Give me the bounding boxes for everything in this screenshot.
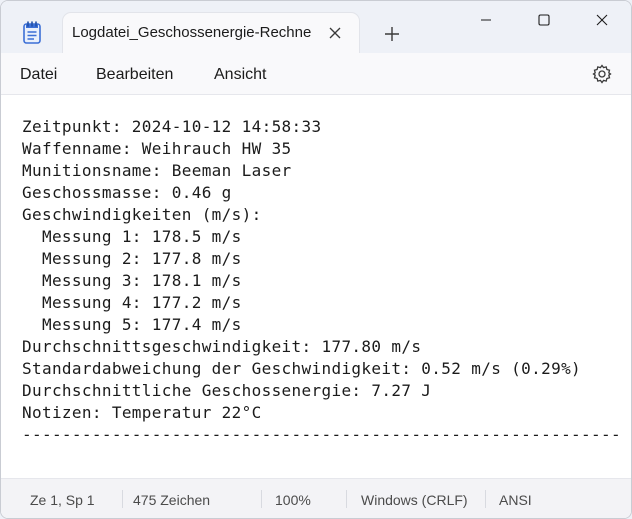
maximize-icon[interactable] [515, 1, 573, 39]
status-divider [261, 490, 262, 508]
document-line: Munitionsname: Beeman Laser [22, 161, 292, 180]
document-line: Messung 5: 177.4 m/s [22, 315, 242, 334]
status-divider [485, 490, 486, 508]
document-text[interactable]: Zeitpunkt: 2024-10-12 14:58:33 Waffenname… [22, 116, 621, 446]
close-icon[interactable] [573, 1, 631, 39]
minimize-icon[interactable] [457, 1, 515, 39]
menu-bar: Datei Bearbeiten Ansicht [1, 53, 631, 95]
tab-close-icon[interactable] [325, 23, 345, 43]
title-bar[interactable]: Logdatei_Geschossenergie-Rechne [1, 1, 631, 53]
status-line-ending: Windows (CRLF) [361, 492, 468, 508]
document-line: Geschossmasse: 0.46 g [22, 183, 232, 202]
document-line: Notizen: Temperatur 22°C [22, 403, 262, 422]
text-editor[interactable]: Zeitpunkt: 2024-10-12 14:58:33 Waffenname… [1, 95, 631, 477]
notepad-app-icon [21, 21, 43, 45]
document-line: Standardabweichung der Geschwindigkeit: … [22, 359, 582, 378]
plus-icon[interactable] [381, 23, 403, 45]
document-line: Messung 3: 178.1 m/s [22, 271, 242, 290]
menu-view[interactable]: Ansicht [214, 66, 266, 84]
status-encoding: ANSI [499, 492, 532, 508]
document-line: Geschwindigkeiten (m/s): [22, 205, 262, 224]
document-line: ----------------------------------------… [22, 425, 621, 444]
menu-file[interactable]: Datei [20, 66, 57, 84]
document-line: Zeitpunkt: 2024-10-12 14:58:33 [22, 117, 322, 136]
document-line: Messung 1: 178.5 m/s [22, 227, 242, 246]
tab-title: Logdatei_Geschossenergie-Rechne [72, 24, 312, 41]
status-cursor-position: Ze 1, Sp 1 [30, 492, 95, 508]
document-line: Messung 4: 177.2 m/s [22, 293, 242, 312]
document-line: Waffenname: Weihrauch HW 35 [22, 139, 292, 158]
status-zoom[interactable]: 100% [275, 492, 311, 508]
document-line: Durchschnittliche Geschossenergie: 7.27 … [22, 381, 432, 400]
tab-document[interactable]: Logdatei_Geschossenergie-Rechne [63, 13, 359, 53]
status-divider [346, 490, 347, 508]
status-char-count: 475 Zeichen [133, 492, 211, 508]
status-bar: Ze 1, Sp 1 475 Zeichen 100% Windows (CRL… [1, 478, 631, 518]
menu-edit[interactable]: Bearbeiten [96, 66, 173, 84]
notepad-window: Logdatei_Geschossenergie-Rechne Datei Be… [0, 0, 632, 519]
status-divider [122, 490, 123, 508]
document-line: Durchschnittsgeschwindigkeit: 177.80 m/s [22, 337, 422, 356]
gear-icon[interactable] [591, 63, 613, 85]
document-line: Messung 2: 177.8 m/s [22, 249, 242, 268]
